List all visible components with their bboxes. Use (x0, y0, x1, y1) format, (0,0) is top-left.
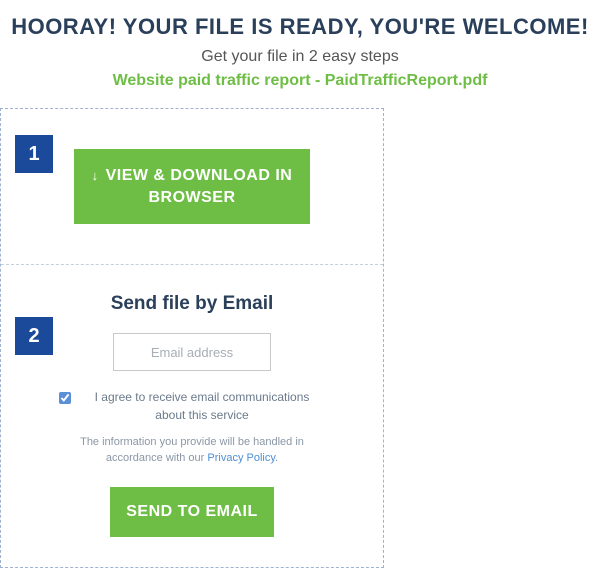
download-arrow-icon: ↓ (92, 168, 99, 183)
email-input[interactable] (113, 333, 271, 371)
disclaimer-post: . (275, 452, 278, 464)
step-1: 1 ↓ VIEW & DOWNLOAD IN BROWSER (1, 109, 383, 264)
step-2: 2 Send file by Email I agree to receive … (1, 264, 383, 567)
view-download-button[interactable]: ↓ VIEW & DOWNLOAD IN BROWSER (74, 149, 310, 224)
steps-card: 1 ↓ VIEW & DOWNLOAD IN BROWSER 2 Send fi… (0, 108, 384, 568)
consent-text: I agree to receive email communications … (79, 389, 325, 424)
privacy-policy-link[interactable]: Privacy Policy (207, 452, 275, 464)
privacy-disclaimer: The information you provide will be hand… (31, 434, 353, 467)
file-name: Website paid traffic report - PaidTraffi… (0, 72, 600, 90)
email-heading: Send file by Email (31, 293, 353, 315)
download-button-label: VIEW & DOWNLOAD IN BROWSER (106, 167, 293, 206)
page-subtitle: Get your file in 2 easy steps (0, 48, 600, 66)
step-1-number: 1 (15, 135, 53, 173)
consent-checkbox[interactable] (59, 392, 71, 404)
step-2-number: 2 (15, 317, 53, 355)
page-title: HOORAY! YOUR FILE IS READY, YOU'RE WELCO… (0, 14, 600, 40)
send-email-button[interactable]: SEND TO EMAIL (110, 487, 274, 537)
